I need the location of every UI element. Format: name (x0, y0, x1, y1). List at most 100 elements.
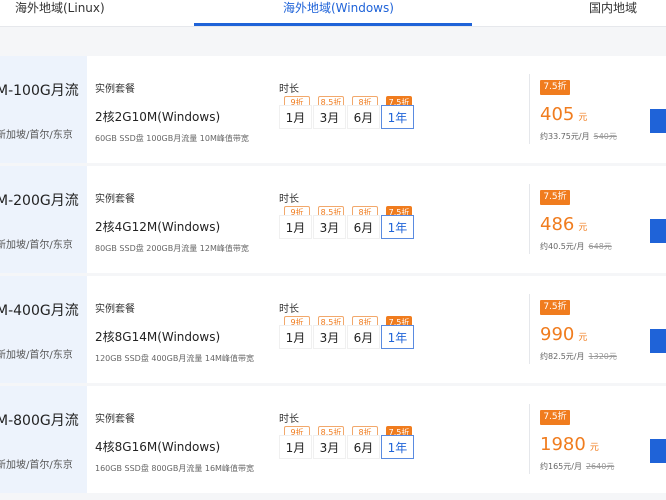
instance-spec: 160GB SSD盘 800GB月流量 16M峰值带宽 (95, 464, 254, 473)
duration-button[interactable]: 1年 (381, 105, 414, 129)
duration-button[interactable]: 1年 (381, 215, 414, 239)
plan-region: 新加坡/首尔/东京 (0, 130, 73, 141)
price-unit: 元 (578, 113, 588, 123)
tab-domestic[interactable]: 国内地域 (589, 0, 637, 24)
price: 405 元 (540, 104, 587, 125)
duration-button[interactable]: 6月 (347, 215, 380, 239)
duration-option[interactable]: 8折 6月 (347, 316, 380, 354)
per-month-text: 约82.5元/月 (540, 352, 585, 361)
duration-label: 时长 (279, 304, 299, 315)
duration-button[interactable]: 1月 (279, 325, 312, 349)
buy-button[interactable] (650, 439, 666, 463)
duration-option[interactable]: 7.5折 1年 (381, 316, 414, 354)
duration-button[interactable]: 3月 (313, 325, 346, 349)
plan-region: 新加坡/首尔/东京 (0, 460, 73, 471)
duration-button[interactable]: 1月 (279, 435, 312, 459)
discount-badge: 7.5折 (540, 80, 570, 95)
instance-name: 2核2G10M(Windows) (95, 110, 221, 124)
price-per-month: 约165元/月 2640元 (540, 461, 614, 472)
price-per-month: 约82.5元/月 1320元 (540, 351, 617, 362)
instance-label: 实例套餐 (95, 194, 135, 205)
price-value: 486 (540, 214, 575, 235)
plan-card: M-800G月流 新加坡/首尔/东京 实例套餐 4核8G16M(Windows)… (0, 386, 666, 493)
duration-option[interactable]: 8折 6月 (347, 206, 380, 244)
plan-header: M-100G月流 新加坡/首尔/东京 (0, 56, 87, 163)
duration-option[interactable]: 8折 6月 (347, 96, 380, 134)
duration-option[interactable]: 8.5折 3月 (313, 316, 346, 354)
buy-button[interactable] (650, 329, 666, 353)
duration-label: 时长 (279, 84, 299, 95)
instance-label: 实例套餐 (95, 304, 135, 315)
duration-option[interactable]: 8折 6月 (347, 426, 380, 464)
duration-button[interactable]: 3月 (313, 215, 346, 239)
plan-title: M-200G月流 (0, 193, 79, 209)
plan-title: M-800G月流 (0, 413, 79, 429)
original-price: 1320元 (588, 352, 617, 361)
tab-overseas-linux[interactable]: 海外地域(Linux) (15, 0, 105, 24)
price: 486 元 (540, 214, 587, 235)
duration-button[interactable]: 1年 (381, 435, 414, 459)
region-tabs: 海外地域(Linux) 海外地域(Windows) 国内地域 (0, 0, 666, 27)
duration-button[interactable]: 1月 (279, 215, 312, 239)
divider (529, 74, 530, 144)
duration-option[interactable]: 9折 1月 (279, 316, 312, 354)
plan-card: M-400G月流 新加坡/首尔/东京 实例套餐 2核8G14M(Windows)… (0, 276, 666, 383)
duration-button[interactable]: 6月 (347, 325, 380, 349)
per-month-text: 约165元/月 (540, 462, 582, 471)
price-value: 990 (540, 324, 575, 345)
instance-spec: 60GB SSD盘 100GB月流量 10M峰值带宽 (95, 134, 249, 143)
buy-button[interactable] (650, 219, 666, 243)
instance-name: 2核4G12M(Windows) (95, 220, 221, 234)
divider (529, 404, 530, 474)
buy-button[interactable] (650, 109, 666, 133)
plan-region: 新加坡/首尔/东京 (0, 240, 73, 251)
price-unit: 元 (578, 223, 588, 233)
instance-spec: 80GB SSD盘 200GB月流量 12M峰值带宽 (95, 244, 249, 253)
duration-option[interactable]: 7.5折 1年 (381, 426, 414, 464)
duration-button[interactable]: 3月 (313, 435, 346, 459)
price-unit: 元 (589, 443, 599, 453)
plan-header: M-800G月流 新加坡/首尔/东京 (0, 386, 87, 493)
duration-button[interactable]: 6月 (347, 105, 380, 129)
duration-label: 时长 (279, 414, 299, 425)
original-price: 648元 (588, 242, 612, 251)
duration-label: 时长 (279, 194, 299, 205)
plan-header: M-200G月流 新加坡/首尔/东京 (0, 166, 87, 273)
original-price: 540元 (593, 132, 617, 141)
plan-card: M-200G月流 新加坡/首尔/东京 实例套餐 2核4G12M(Windows)… (0, 166, 666, 273)
discount-badge: 7.5折 (540, 410, 570, 425)
price-value: 405 (540, 104, 575, 125)
plan-title: M-400G月流 (0, 303, 79, 319)
duration-option[interactable]: 9折 1月 (279, 96, 312, 134)
duration-button[interactable]: 1年 (381, 325, 414, 349)
divider (529, 184, 530, 254)
duration-option[interactable]: 7.5折 1年 (381, 96, 414, 134)
price: 990 元 (540, 324, 587, 345)
instance-name: 2核8G14M(Windows) (95, 330, 221, 344)
instance-label: 实例套餐 (95, 84, 135, 95)
price-per-month: 约40.5元/月 648元 (540, 241, 612, 252)
price: 1980 元 (540, 434, 599, 455)
duration-option[interactable]: 7.5折 1年 (381, 206, 414, 244)
duration-option[interactable]: 9折 1月 (279, 206, 312, 244)
duration-option[interactable]: 9折 1月 (279, 426, 312, 464)
price-value: 1980 (540, 434, 586, 455)
duration-button[interactable]: 6月 (347, 435, 380, 459)
original-price: 2640元 (585, 462, 615, 471)
duration-button[interactable]: 1月 (279, 105, 312, 129)
duration-button[interactable]: 3月 (313, 105, 346, 129)
plan-card: M-100G月流 新加坡/首尔/东京 实例套餐 2核2G10M(Windows)… (0, 56, 666, 163)
plan-header: M-400G月流 新加坡/首尔/东京 (0, 276, 87, 383)
instance-label: 实例套餐 (95, 414, 135, 425)
plan-title: M-100G月流 (0, 83, 79, 99)
instance-spec: 120GB SSD盘 400GB月流量 14M峰值带宽 (95, 354, 254, 363)
duration-option[interactable]: 8.5折 3月 (313, 426, 346, 464)
discount-badge: 7.5折 (540, 300, 570, 315)
duration-option[interactable]: 8.5折 3月 (313, 96, 346, 134)
duration-option[interactable]: 8.5折 3月 (313, 206, 346, 244)
plan-region: 新加坡/首尔/东京 (0, 350, 73, 361)
tab-overseas-windows[interactable]: 海外地域(Windows) (283, 0, 394, 24)
discount-badge: 7.5折 (540, 190, 570, 205)
divider (529, 294, 530, 364)
instance-name: 4核8G16M(Windows) (95, 440, 221, 454)
